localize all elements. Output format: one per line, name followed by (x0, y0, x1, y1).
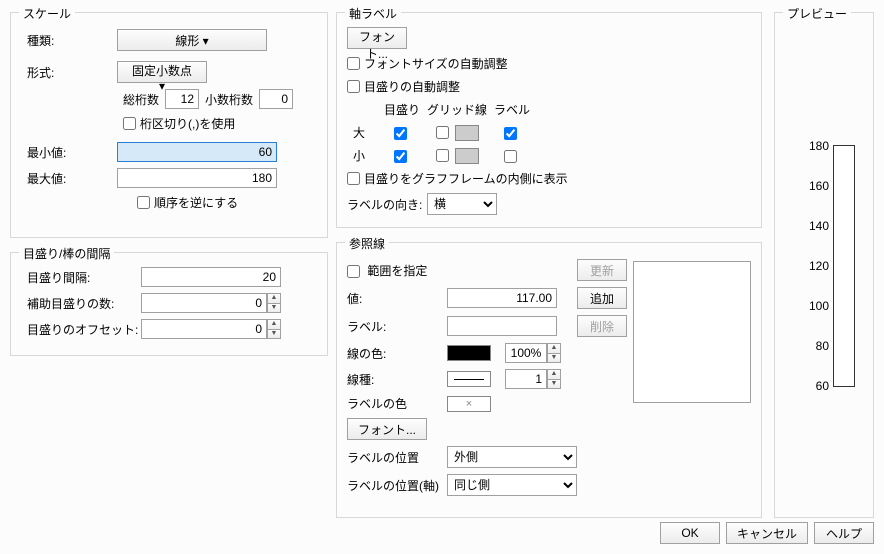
row-major-label: 大 (353, 124, 377, 141)
interval-input[interactable] (141, 267, 281, 287)
ticks-group: 目盛り/棒の間隔 目盛り間隔: 補助目盛りの数: ▲▼ 目盛りのオフセット: ▲… (10, 252, 328, 356)
labelcolor-label: ラベルの色 (347, 395, 447, 412)
interval-label: 目盛り間隔: (21, 269, 141, 286)
footer-buttons: OK キャンセル ヘルプ (660, 522, 874, 544)
labelpos-select[interactable]: 外側 (447, 446, 577, 468)
linekind-input[interactable] (505, 369, 547, 389)
linecolor-swatch[interactable] (447, 345, 491, 361)
auto-tick-label: 目盛りの自動調整 (364, 78, 460, 95)
max-label: 最大値: (21, 170, 117, 187)
scale-type-label: 種類: (21, 32, 117, 49)
labelcolor-swatch[interactable]: × (447, 396, 491, 412)
range-checkbox[interactable] (347, 265, 360, 278)
ticks-legend: 目盛り/棒の間隔 (19, 245, 114, 262)
reflines-group: 参照線 範囲を指定 更新 値: 追加 ラベル: 削除 線の色: ▲▼ 線種: (336, 242, 762, 518)
preview-bar (833, 145, 855, 387)
axis-label-group: 軸ラベル フォント... フォントサイズの自動調整 目盛りの自動調整 目盛り グ… (336, 12, 762, 228)
reflabel-input[interactable] (447, 316, 557, 336)
tick-160: 160 (805, 179, 829, 193)
reflines-legend: 参照線 (345, 235, 389, 252)
cancel-button[interactable]: キャンセル (726, 522, 808, 544)
min-input[interactable] (117, 142, 277, 162)
linekind-spinner[interactable]: ▲▼ (547, 369, 561, 389)
offset-input[interactable] (141, 319, 267, 339)
minor-label: 補助目盛りの数: (21, 295, 141, 312)
tick-120: 120 (805, 259, 829, 273)
total-digits-label: 総桁数 (123, 91, 159, 108)
reverse-label: 順序を逆にする (154, 194, 238, 211)
reflines-listbox[interactable] (633, 261, 751, 403)
orient-label: ラベルの向き: (347, 196, 427, 213)
auto-font-checkbox[interactable] (347, 57, 360, 70)
value-label: 値: (347, 290, 447, 307)
scale-format-label: 形式: (21, 64, 117, 81)
axis-label-legend: 軸ラベル (345, 5, 401, 22)
major-label-checkbox[interactable] (504, 127, 517, 140)
labelpos-axis-select[interactable]: 同じ側 (447, 474, 577, 496)
thousands-checkbox[interactable] (123, 117, 136, 130)
opacity-spinner[interactable]: ▲▼ (547, 343, 561, 363)
dec-digits-label: 小数桁数 (205, 91, 253, 108)
orient-select[interactable]: 横 (427, 193, 497, 215)
thousands-label: 桁区切り(,)を使用 (140, 115, 235, 132)
major-tick-checkbox[interactable] (394, 127, 407, 140)
linekind-swatch[interactable] (447, 371, 491, 387)
scale-format-dropdown[interactable]: 固定小数点 ▾ (117, 61, 207, 83)
ok-button[interactable]: OK (660, 522, 720, 544)
tick-140: 140 (805, 219, 829, 233)
labelpos-axis-label: ラベルの位置(軸) (347, 477, 447, 494)
offset-label: 目盛りのオフセット: (21, 321, 141, 338)
inside-label: 目盛りをグラフフレームの内側に表示 (364, 170, 568, 187)
minor-input[interactable] (141, 293, 267, 313)
range-label: 範囲を指定 (367, 264, 427, 278)
reflines-font-button[interactable]: フォント... (347, 418, 427, 440)
minor-grid-checkbox[interactable] (436, 149, 449, 162)
scale-type-dropdown[interactable]: 線形 ▾ (117, 29, 267, 51)
tick-80: 80 (805, 339, 829, 353)
auto-font-label: フォントサイズの自動調整 (364, 55, 508, 72)
preview-legend: プレビュー (783, 5, 851, 22)
tick-60: 60 (805, 379, 829, 393)
reverse-checkbox[interactable] (137, 196, 150, 209)
axis-font-button[interactable]: フォント... (347, 27, 407, 49)
preview-group: プレビュー 180 160 140 120 100 80 60 (774, 12, 874, 518)
minor-label-checkbox[interactable] (504, 150, 517, 163)
help-button[interactable]: ヘルプ (814, 522, 874, 544)
col-grid: グリッド線 (427, 101, 487, 118)
major-grid-checkbox[interactable] (436, 126, 449, 139)
max-input[interactable] (117, 168, 277, 188)
col-tick: 目盛り (377, 101, 427, 118)
opacity-input[interactable] (505, 343, 547, 363)
tick-180: 180 (805, 139, 829, 153)
minor-tick-checkbox[interactable] (394, 150, 407, 163)
labelpos-label: ラベルの位置 (347, 449, 447, 466)
value-input[interactable] (447, 288, 557, 308)
scale-legend: スケール (19, 5, 75, 22)
dec-digits-input[interactable] (259, 89, 293, 109)
total-digits-input[interactable] (165, 89, 199, 109)
major-grid-color[interactable] (455, 125, 479, 141)
update-button[interactable]: 更新 (577, 259, 627, 281)
offset-spinner[interactable]: ▲▼ (267, 319, 281, 339)
minor-grid-color[interactable] (455, 148, 479, 164)
min-label: 最小値: (21, 144, 117, 161)
row-minor-label: 小 (353, 147, 377, 164)
inside-checkbox[interactable] (347, 172, 360, 185)
delete-button[interactable]: 削除 (577, 315, 627, 337)
minor-spinner[interactable]: ▲▼ (267, 293, 281, 313)
linecolor-label: 線の色: (347, 345, 447, 362)
tick-100: 100 (805, 299, 829, 313)
add-button[interactable]: 追加 (577, 287, 627, 309)
reflabel-label: ラベル: (347, 318, 447, 335)
auto-tick-checkbox[interactable] (347, 80, 360, 93)
col-label: ラベル (487, 101, 537, 118)
scale-group: スケール 種類: 線形 ▾ 形式: 固定小数点 ▾ 総桁数 小数桁数 桁区切り(… (10, 12, 328, 238)
linekind-label: 線種: (347, 371, 447, 388)
